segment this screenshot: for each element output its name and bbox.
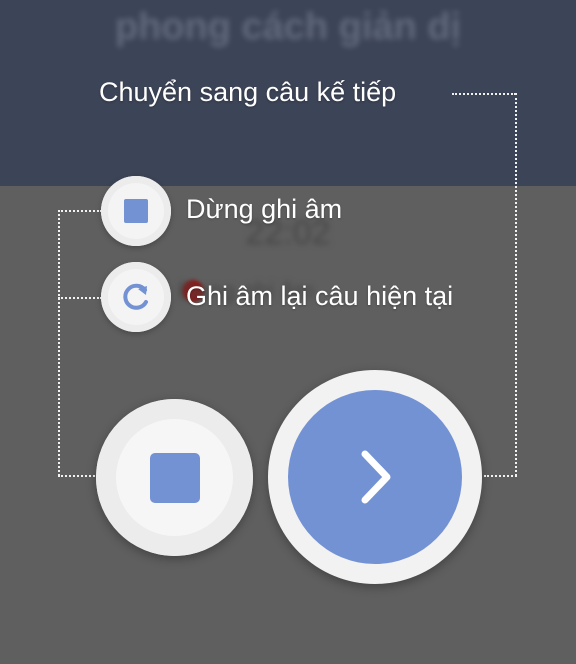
next-button-fill [288,390,462,564]
background-sentence: phong cách giản dị [114,6,462,48]
next-sentence-button[interactable] [268,370,482,584]
callout-line-next-vertical [515,93,517,476]
callout-line-rerecord [58,297,102,299]
legend-stop-icon-circle [101,176,171,246]
callout-line-stop-vertical [58,210,60,476]
callout-line-next-horizontal [452,93,516,95]
callout-line-stop-top [58,210,102,212]
callout-line-stop-bottom [58,475,98,477]
stop-square-icon [124,199,148,223]
callout-stop-label: Dừng ghi âm [186,194,343,224]
stop-recording-button[interactable] [96,399,253,556]
callout-next-label: Chuyển sang câu kế tiếp [99,77,397,107]
stop-square-icon [149,452,200,503]
chevron-right-icon [361,450,391,504]
callout-rerecord-label: Ghi âm lại câu hiện tại [186,281,454,311]
redo-arrow-icon [123,283,148,310]
legend-rerecord-icon-circle [101,262,171,332]
callout-line-next-bottom [484,475,517,477]
